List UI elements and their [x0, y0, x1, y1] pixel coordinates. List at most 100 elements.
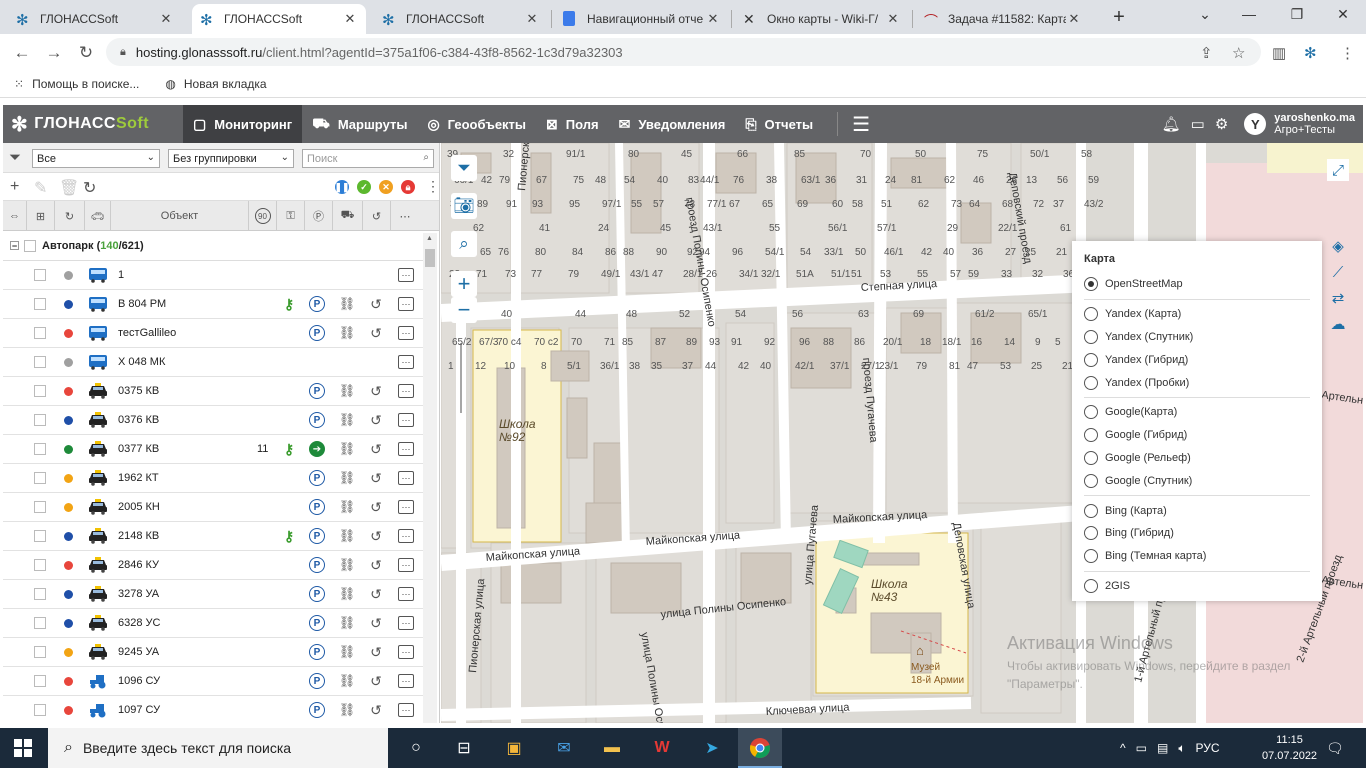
more-actions-icon[interactable]: ···: [398, 471, 414, 485]
parking-icon[interactable]: P: [309, 470, 325, 486]
map-view[interactable]: 393291/18045668570507550/15866/142796775…: [441, 143, 1363, 723]
binoculars-icon[interactable]: ⛓: [338, 643, 356, 661]
history-icon[interactable]: ↺: [367, 614, 385, 632]
layer-option[interactable]: 2GIS: [1084, 575, 1322, 598]
table-row[interactable]: 1096 СУ P ⛓ ↺ ···: [3, 667, 423, 696]
vehicle-name[interactable]: 1962 КТ: [118, 472, 159, 484]
parking-icon[interactable]: P: [309, 325, 325, 341]
vehicle-name[interactable]: 1096 СУ: [118, 675, 160, 687]
camera-icon[interactable]: 📷︎: [451, 193, 477, 219]
cortana-icon[interactable]: ○: [404, 736, 428, 760]
more-vertical-icon[interactable]: ⋮: [426, 178, 439, 195]
side-panel-icon[interactable]: ▥: [1272, 44, 1286, 62]
row-checkbox[interactable]: [34, 472, 46, 484]
binoculars-icon[interactable]: ⛓: [338, 498, 356, 516]
avatar[interactable]: Y: [1244, 113, 1267, 135]
bookmark-help-search[interactable]: ⁙ Помощь в поиске...: [14, 77, 139, 91]
binoculars-icon[interactable]: ⛓: [338, 295, 356, 313]
share-icon[interactable]: ⇪: [1200, 44, 1213, 62]
bookmark-star-icon[interactable]: ☆: [1232, 44, 1245, 62]
windows-start-icon[interactable]: [14, 739, 32, 757]
layer-option[interactable]: Bing (Карта): [1084, 499, 1322, 522]
network-icon[interactable]: ▤: [1157, 741, 1168, 755]
row-checkbox[interactable]: [34, 559, 46, 571]
radio-button[interactable]: [1084, 352, 1098, 367]
close-tab-icon[interactable]: ✕: [885, 11, 901, 27]
radio-button[interactable]: [1084, 329, 1098, 344]
nav-item[interactable]: ✉ Уведомления: [609, 105, 736, 143]
radio-button[interactable]: [1084, 549, 1098, 564]
group-checkbox[interactable]: [24, 239, 36, 252]
binoculars-column-icon[interactable]: ⛟: [333, 201, 363, 231]
vehicle-name[interactable]: 9245 УА: [118, 646, 159, 658]
close-tab-icon[interactable]: ✕: [524, 11, 540, 27]
object-column[interactable]: Объект: [111, 201, 249, 231]
nav-item[interactable]: ⎘ Отчеты: [735, 105, 823, 143]
add-icon[interactable]: +: [10, 178, 19, 196]
binoculars-icon[interactable]: ⛓: [338, 556, 356, 574]
terminal-icon[interactable]: ▭: [1191, 115, 1205, 133]
bell-icon[interactable]: 🔔︎: [1162, 115, 1181, 133]
more-actions-icon[interactable]: ···: [398, 703, 414, 717]
expand-icon[interactable]: ⇔: [3, 201, 27, 231]
table-row[interactable]: Х 048 МК ···: [3, 348, 423, 377]
key-icon[interactable]: ⚷: [280, 295, 298, 313]
binoculars-icon[interactable]: ⛓: [338, 411, 356, 429]
close-tab-icon[interactable]: ✕: [158, 11, 174, 27]
more-actions-icon[interactable]: ···: [398, 558, 414, 572]
radio-button[interactable]: [1084, 450, 1098, 465]
table-row[interactable]: 2005 КН P ⛓ ↺ ···: [3, 493, 423, 522]
radio-button[interactable]: [1084, 473, 1098, 488]
close-tab-icon[interactable]: ✕: [1066, 11, 1082, 27]
browser-tab[interactable]: ✻ ГЛОНАССSoft ✕: [8, 4, 182, 34]
parking-icon[interactable]: P: [309, 673, 325, 689]
task-view-icon[interactable]: ⊟: [452, 736, 476, 760]
table-row[interactable]: 2846 КУ P ⛓ ↺ ···: [3, 551, 423, 580]
status-column-icon[interactable]: ↻: [55, 201, 85, 231]
tab-search-icon[interactable]: ⌄: [1190, 6, 1220, 23]
maximize-button[interactable]: ❐: [1282, 6, 1312, 23]
more-actions-icon[interactable]: ···: [398, 442, 414, 456]
collapse-icon[interactable]: −: [10, 241, 19, 251]
binoculars-icon[interactable]: ⛓: [338, 324, 356, 342]
radio-button[interactable]: [1084, 307, 1098, 322]
table-row[interactable]: 0375 КВ P ⛓ ↺ ···: [3, 377, 423, 406]
history-icon[interactable]: ↺: [367, 643, 385, 661]
more-actions-icon[interactable]: ···: [398, 616, 414, 630]
history-icon[interactable]: ↺: [367, 469, 385, 487]
hamburger-menu-icon[interactable]: ☰: [837, 112, 884, 136]
bookmark-new-tab[interactable]: ◍ Новая вкладка: [165, 77, 266, 91]
zoom-in-button[interactable]: +: [451, 271, 477, 297]
radio-button[interactable]: [1084, 526, 1098, 541]
layer-option[interactable]: Yandex (Пробки): [1084, 371, 1322, 394]
key-icon[interactable]: ⚷: [280, 527, 298, 545]
language-indicator[interactable]: РУС: [1196, 741, 1220, 755]
history-icon[interactable]: ↺: [367, 701, 385, 719]
more-actions-icon[interactable]: ···: [398, 297, 414, 311]
vehicle-name[interactable]: 1: [118, 269, 124, 281]
layer-option[interactable]: Google (Рельеф): [1084, 447, 1322, 470]
close-window-button[interactable]: ✕: [1328, 6, 1358, 23]
map-filter-icon[interactable]: ⏷: [451, 155, 477, 181]
row-checkbox[interactable]: [34, 501, 46, 513]
parking-icon[interactable]: P: [309, 296, 325, 312]
table-row[interactable]: 6328 УС P ⛓ ↺ ···: [3, 609, 423, 638]
vehicle-name[interactable]: 2846 КУ: [118, 559, 159, 571]
table-row[interactable]: 1962 КТ P ⛓ ↺ ···: [3, 464, 423, 493]
vehicle-name[interactable]: 6328 УС: [118, 617, 160, 629]
group-row[interactable]: − Автопарк (140/621): [3, 231, 423, 261]
volume-icon[interactable]: 🔈︎: [1178, 741, 1185, 756]
history-icon[interactable]: ↺: [367, 556, 385, 574]
history-icon[interactable]: ↺: [367, 295, 385, 313]
more-actions-icon[interactable]: ···: [398, 674, 414, 688]
table-row[interactable]: 1 ···: [3, 261, 423, 290]
tray-expand-icon[interactable]: ^: [1120, 741, 1126, 755]
radio-button[interactable]: [1084, 428, 1098, 443]
row-checkbox[interactable]: [34, 356, 46, 368]
history-icon[interactable]: ↺: [367, 324, 385, 342]
more-actions-icon[interactable]: ···: [398, 268, 414, 282]
explorer-icon[interactable]: ▬: [600, 736, 624, 760]
layer-option[interactable]: OpenStreetMap: [1084, 273, 1322, 296]
chrome-taskbar-button[interactable]: [738, 728, 782, 768]
minimize-button[interactable]: —: [1234, 6, 1264, 22]
